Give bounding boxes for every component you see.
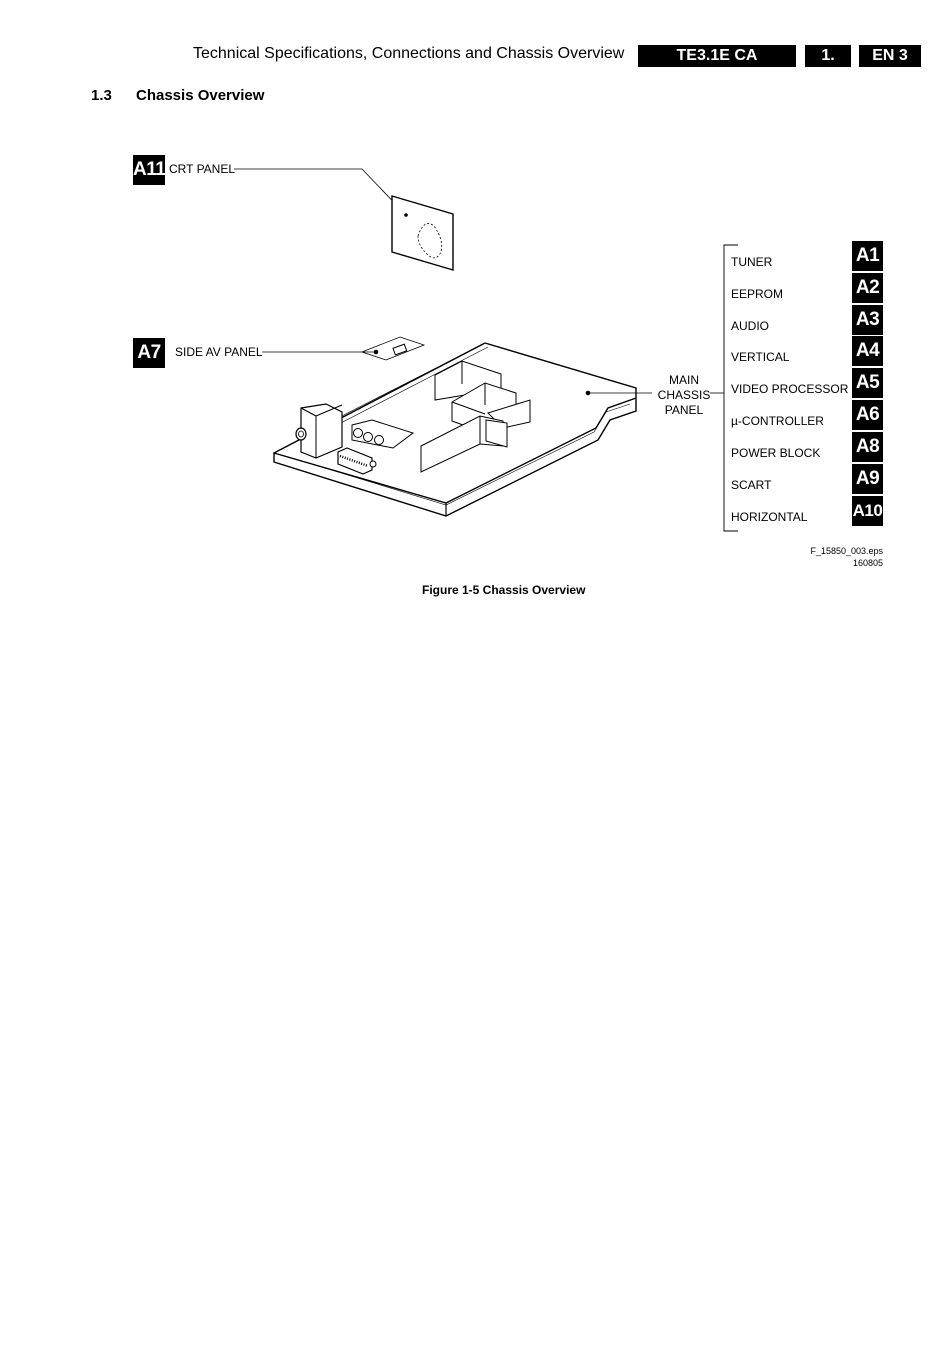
crt-panel-badge: A11 (133, 155, 166, 185)
side-av-connector (392, 343, 408, 356)
module-label-horizontal: HORIZONTAL (731, 510, 808, 524)
module-badge-a5: A5 (852, 368, 883, 398)
module-label-audio: AUDIO (731, 319, 770, 333)
module-label-video-processor: VIDEO PROCESSOR (731, 382, 849, 396)
module-badge-a10: A10 (852, 496, 883, 526)
crt-panel-plate (391, 195, 454, 271)
figure-file-reference: F_15850_003.eps 160805 (810, 545, 883, 569)
cinch-connector-block (351, 419, 415, 449)
file-name: F_15850_003.eps (810, 546, 883, 556)
module-badge-a2: A2 (852, 273, 883, 303)
side-av-panel-badge: A7 (133, 338, 165, 368)
crt-panel-label: CRT PANEL (169, 162, 236, 176)
crt-panel-leader-line (234, 168, 407, 216)
module-shields (420, 360, 531, 473)
module-label-eeprom: EEPROM (731, 287, 784, 301)
side-av-panel-label: SIDE AV PANEL (175, 345, 263, 359)
module-label-micro-controller: µ-CONTROLLER (731, 414, 824, 428)
module-badge-a3: A3 (852, 305, 883, 335)
module-badge-a8: A8 (852, 432, 883, 462)
module-badge-a1: A1 (852, 241, 883, 271)
main-chassis-label-line: MAIN (669, 373, 699, 387)
file-date: 160805 (852, 558, 883, 568)
module-badge-a9: A9 (852, 464, 883, 494)
main-chassis-label-line: PANEL (664, 403, 704, 417)
module-label-tuner: TUNER (731, 255, 773, 269)
module-label-power-block: POWER BLOCK (731, 446, 821, 460)
chassis-drawing (234, 168, 738, 532)
module-badge-a6: A6 (852, 400, 883, 430)
module-label-scart: SCART (731, 478, 772, 492)
main-chassis-label-line: CHASSIS (657, 388, 711, 402)
module-label-vertical: VERTICAL (731, 350, 790, 364)
module-badge-a4: A4 (852, 336, 883, 366)
figure-caption: Figure 1-5 Chassis Overview (422, 583, 586, 597)
scart-connector (337, 447, 377, 475)
tuner-block (295, 403, 343, 459)
main-chassis-panel-label: MAIN CHASSIS PANEL (655, 373, 713, 418)
